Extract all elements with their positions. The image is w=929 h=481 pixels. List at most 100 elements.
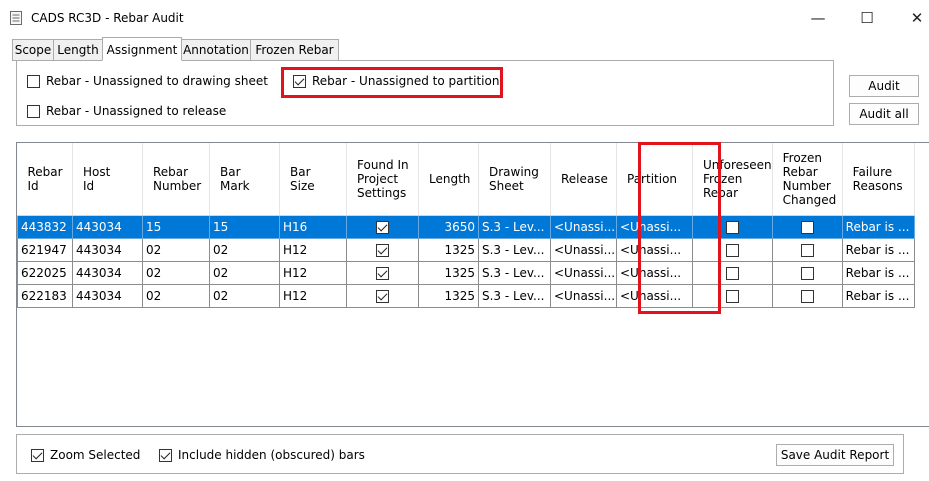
cell-sheet[interactable]: S.3 - Lev... — [478, 237, 551, 262]
cell-host[interactable]: 443034 — [72, 237, 143, 262]
cell-id[interactable]: 443832 — [17, 214, 73, 239]
checkbox-box[interactable] — [31, 448, 44, 462]
tab-frozen-rebar[interactable]: Frozen Rebar — [250, 39, 339, 61]
cell-id[interactable]: 622025 — [17, 260, 73, 285]
column-header-bar-mark[interactable]: Bar Mark — [209, 143, 280, 216]
changed-checkbox[interactable] — [800, 266, 814, 280]
cell-number[interactable]: 02 — [142, 237, 210, 262]
cell-number[interactable]: 15 — [142, 214, 210, 239]
cell-mark[interactable]: 15 — [209, 214, 280, 239]
cell-length[interactable]: 3650 — [418, 214, 479, 239]
table-row[interactable]: 621947 443034 02 02 H12 1325 S.3 - Lev... <Unas… — [17, 237, 915, 262]
column-header-bar-size[interactable]: Bar Size — [279, 143, 347, 216]
cell-mark[interactable]: 02 — [209, 260, 280, 285]
rebar-audit-grid[interactable]: Rebar Id Host Id Rebar Number Bar Mark Bar Size Fo… — [16, 142, 929, 427]
column-header-rebar-number[interactable]: Rebar Number — [142, 143, 210, 216]
cell-length[interactable]: 1325 — [418, 237, 479, 262]
cell-host[interactable]: 443034 — [72, 283, 143, 308]
tab-assignment[interactable]: Assignment — [102, 37, 182, 61]
cell-changed[interactable] — [771, 283, 843, 308]
column-header-length[interactable]: Length — [418, 143, 479, 216]
column-header-text: Host — [83, 164, 111, 179]
column-header-failure-reasons[interactable]: Failure Reasons — [842, 143, 915, 216]
audit-button[interactable]: Audit — [849, 75, 919, 97]
cell-size[interactable]: H12 — [279, 260, 347, 285]
checkbox-box[interactable] — [159, 448, 172, 462]
cell-release[interactable]: <Unassi... — [550, 214, 617, 239]
maximize-button[interactable]: ☐ — [853, 6, 881, 30]
rebar-table: Rebar Id Host Id Rebar Number Bar Mark Bar Size Fo… — [17, 143, 915, 308]
column-header-frozen-rebar-number-changed[interactable]: Frozen Rebar Number Changed — [772, 143, 843, 216]
unassigned-release-checkbox[interactable]: Rebar - Unassigned to release — [27, 104, 226, 118]
cell-release[interactable]: <Unassi... — [550, 283, 617, 308]
column-header-text: Frozen — [782, 150, 822, 165]
cell-size[interactable]: H12 — [279, 237, 347, 262]
unforeseen-checkbox[interactable] — [725, 243, 739, 257]
cell-changed[interactable] — [771, 237, 843, 262]
found-checkbox[interactable] — [376, 243, 389, 257]
column-header-drawing-sheet[interactable]: Drawing Sheet — [478, 143, 551, 216]
cell-length[interactable]: 1325 — [418, 283, 479, 308]
tab-length[interactable]: Length — [53, 39, 103, 61]
column-header-host-id[interactable]: Host Id — [72, 143, 143, 216]
zoom-selected-label: Zoom Selected — [50, 448, 141, 462]
cell-found[interactable] — [346, 237, 419, 262]
cell-found[interactable] — [346, 260, 419, 285]
cell-reasons[interactable]: Rebar is ... — [841, 237, 915, 262]
found-checkbox[interactable] — [376, 266, 389, 280]
cell-sheet[interactable]: S.3 - Lev... — [478, 214, 551, 239]
changed-checkbox[interactable] — [800, 289, 814, 303]
include-hidden-checkbox[interactable]: Include hidden (obscured) bars — [159, 448, 365, 462]
column-header-rebar-id[interactable]: Rebar Id — [17, 143, 73, 216]
minimize-button[interactable]: — — [804, 6, 832, 30]
tab-scope[interactable]: Scope — [12, 39, 54, 61]
cell-host[interactable]: 443034 — [72, 260, 143, 285]
save-audit-report-button[interactable]: Save Audit Report — [776, 444, 894, 466]
cell-reasons[interactable]: Rebar is ... — [841, 283, 915, 308]
cell-host[interactable]: 443034 — [72, 214, 143, 239]
cell-mark[interactable]: 02 — [209, 237, 280, 262]
tab-annotation[interactable]: Annotation — [181, 39, 251, 61]
table-row[interactable]: 622183 443034 02 02 H12 1325 S.3 - Lev... <Unas… — [17, 283, 915, 308]
cell-sheet[interactable]: S.3 - Lev... — [478, 260, 551, 285]
close-button[interactable]: ✕ — [903, 6, 929, 30]
unforeseen-checkbox[interactable] — [725, 220, 739, 234]
cell-number[interactable]: 02 — [142, 260, 210, 285]
cell-sheet[interactable]: S.3 - Lev... — [478, 283, 551, 308]
cell-id[interactable]: 622183 — [17, 283, 73, 308]
unforeseen-checkbox[interactable] — [725, 289, 739, 303]
cell-changed[interactable] — [771, 260, 843, 285]
changed-checkbox[interactable] — [800, 243, 814, 257]
audit-all-button[interactable]: Audit all — [849, 103, 919, 125]
column-header-text: Bar — [220, 164, 241, 179]
zoom-selected-checkbox[interactable]: Zoom Selected — [31, 448, 140, 462]
cell-found[interactable] — [346, 214, 419, 239]
found-checkbox[interactable] — [376, 220, 389, 234]
table-row[interactable]: 443832 443034 15 15 H16 3650 S.3 - Lev... <Unas… — [17, 214, 915, 239]
cell-found[interactable] — [346, 283, 419, 308]
found-checkbox[interactable] — [376, 289, 389, 303]
column-header-release[interactable]: Release — [550, 143, 617, 216]
cell-changed[interactable] — [771, 214, 843, 239]
cell-mark[interactable]: 02 — [209, 283, 280, 308]
unassigned-drawing-checkbox[interactable]: Rebar - Unassigned to drawing sheet — [27, 74, 268, 88]
checkbox-box[interactable] — [27, 74, 40, 88]
unforeseen-checkbox[interactable] — [725, 266, 739, 280]
cell-reasons[interactable]: Rebar is ... — [841, 260, 915, 285]
cell-size[interactable]: H16 — [279, 214, 347, 239]
cell-release[interactable]: <Unassi... — [550, 260, 617, 285]
cell-reasons[interactable]: Rebar is ... — [841, 214, 915, 239]
table-row[interactable]: 622025 443034 02 02 H12 1325 S.3 - Lev... <Unas… — [17, 260, 915, 285]
column-header-found-in-project-settings[interactable]: Found In Project Settings — [346, 143, 419, 216]
column-header-text: Failure — [852, 164, 893, 179]
column-header-text: Sheet — [489, 178, 524, 193]
cell-size[interactable]: H12 — [279, 283, 347, 308]
column-header-text: Rebar — [153, 164, 189, 179]
changed-checkbox[interactable] — [800, 220, 814, 234]
window-title: CADS RC3D - Rebar Audit — [31, 11, 184, 25]
checkbox-box[interactable] — [27, 104, 40, 118]
cell-number[interactable]: 02 — [142, 283, 210, 308]
cell-release[interactable]: <Unassi... — [550, 237, 617, 262]
cell-id[interactable]: 621947 — [17, 237, 73, 262]
cell-length[interactable]: 1325 — [418, 260, 479, 285]
